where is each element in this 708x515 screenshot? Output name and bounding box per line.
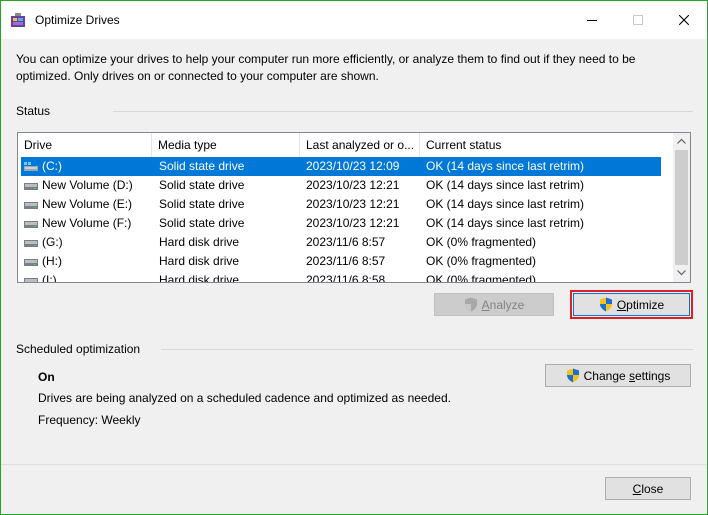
cell-current-status: OK (14 days since last retrim): [426, 159, 585, 173]
cell-media-type: Solid state drive: [159, 178, 245, 192]
drive-row[interactable]: (H:) Hard disk drive 2023/11/6 8:57 OK (0% …: [18, 252, 674, 271]
close-label: Close: [632, 481, 664, 496]
cell-last-analyzed: 2023/10/23 12:21: [306, 197, 400, 211]
cell-drive: (G:): [42, 235, 63, 249]
column-media-type[interactable]: Media type: [152, 133, 300, 157]
analyze-button[interactable]: Analyze: [434, 293, 554, 316]
column-last-analyzed[interactable]: Last analyzed or o...: [300, 133, 420, 157]
cell-last-analyzed: 2023/11/6 8:57: [306, 254, 386, 268]
drive-row[interactable]: New Volume (F:) Solid state drive 2023/10/…: [18, 214, 674, 233]
drive-row[interactable]: (G:) Hard disk drive 2023/11/6 8:57 OK (0% …: [18, 233, 674, 252]
drive-icon: [24, 183, 38, 190]
cell-last-analyzed: 2023/11/6 8:57: [306, 235, 386, 249]
drive-row[interactable]: (I:) Hard disk drive 2023/11/6 8:58 OK (0% …: [18, 271, 674, 283]
maximize-icon: [633, 15, 643, 25]
drives-list-header: Drive Media type Last analyzed or o... C…: [18, 133, 674, 157]
intro-text: You can optimize your drives to help you…: [16, 51, 686, 85]
status-divider: [113, 111, 693, 112]
change-settings-label: Change settings: [583, 368, 671, 383]
drive-row[interactable]: New Volume (E:) Solid state drive 2023/10/…: [18, 195, 674, 214]
maximize-button: [615, 1, 661, 39]
schedule-frequency: Frequency: Weekly: [38, 413, 141, 427]
cell-media-type: Hard disk drive: [159, 254, 240, 268]
scheduled-divider: [161, 349, 693, 350]
defrag-app-icon: [11, 13, 25, 27]
drive-icon: [24, 240, 38, 247]
cell-media-type: Solid state drive: [159, 159, 245, 173]
cell-current-status: OK (14 days since last retrim): [426, 197, 585, 211]
uac-shield-icon: [599, 297, 612, 312]
cell-drive: New Volume (F:): [42, 216, 132, 230]
drive-row[interactable]: (C:) Solid state drive 2023/10/23 12:09 OK …: [21, 157, 661, 176]
scroll-down-icon[interactable]: [677, 270, 686, 276]
change-settings-button[interactable]: Change settings: [545, 364, 691, 387]
uac-shield-icon: [566, 368, 579, 383]
drive-icon: [24, 221, 38, 228]
cell-last-analyzed: 2023/10/23 12:21: [306, 178, 400, 192]
intro-line-1: You can optimize your drives to help you…: [16, 52, 636, 66]
drives-list[interactable]: Drive Media type Last analyzed or o... C…: [17, 132, 691, 283]
minimize-button[interactable]: [569, 1, 615, 39]
cell-drive: New Volume (E:): [42, 197, 133, 211]
title-bar[interactable]: Optimize Drives: [1, 1, 707, 39]
cell-media-type: Hard disk drive: [159, 235, 240, 249]
cell-media-type: Hard disk drive: [159, 273, 240, 283]
cell-last-analyzed: 2023/10/23 12:21: [306, 216, 400, 230]
cell-current-status: OK (0% fragmented): [426, 273, 537, 283]
cell-current-status: OK (0% fragmented): [426, 235, 537, 249]
optimize-drives-window: Optimize Drives You can optimize your dr…: [0, 0, 708, 515]
footer-divider: [1, 464, 707, 465]
cell-drive: (H:): [42, 254, 62, 268]
cell-current-status: OK (0% fragmented): [426, 254, 537, 268]
column-current-status[interactable]: Current status: [420, 133, 674, 157]
cell-last-analyzed: 2023/10/23 12:09: [306, 159, 400, 173]
cell-current-status: OK (14 days since last retrim): [426, 216, 585, 230]
cell-drive: New Volume (D:): [42, 178, 133, 192]
optimize-button[interactable]: Optimize: [570, 290, 693, 319]
cell-last-analyzed: 2023/11/6 8:58: [306, 273, 386, 283]
cell-media-type: Solid state drive: [159, 197, 245, 211]
cell-drive: (C:): [42, 159, 62, 173]
scheduled-optimization-label: Scheduled optimization: [16, 342, 141, 356]
minimize-icon: [587, 20, 597, 21]
window-title: Optimize Drives: [35, 13, 120, 27]
analyze-label: Analyze: [481, 297, 525, 312]
cell-drive: (I:): [42, 273, 57, 283]
cell-media-type: Solid state drive: [159, 216, 245, 230]
cell-current-status: OK (14 days since last retrim): [426, 178, 585, 192]
close-button[interactable]: Close: [605, 477, 691, 500]
system-drive-icon: [24, 162, 38, 171]
intro-line-2: optimized. Only drives on or connected t…: [16, 69, 379, 83]
drives-list-scrollbar[interactable]: [673, 133, 690, 282]
schedule-state: On: [38, 370, 55, 384]
drive-icon: [24, 259, 38, 266]
drive-icon: [24, 202, 38, 209]
drive-icon: [24, 278, 38, 282]
scroll-up-icon[interactable]: [677, 138, 686, 144]
drive-row[interactable]: New Volume (D:) Solid state drive 2023/10/…: [18, 176, 674, 195]
status-label: Status: [16, 104, 51, 118]
uac-shield-icon: [464, 297, 477, 312]
close-icon: [679, 15, 689, 25]
scroll-thumb[interactable]: [675, 150, 688, 265]
schedule-description: Drives are being analyzed on a scheduled…: [38, 391, 451, 405]
optimize-label: Optimize: [616, 297, 665, 312]
column-drive[interactable]: Drive: [18, 133, 152, 157]
close-window-button[interactable]: [661, 1, 707, 39]
